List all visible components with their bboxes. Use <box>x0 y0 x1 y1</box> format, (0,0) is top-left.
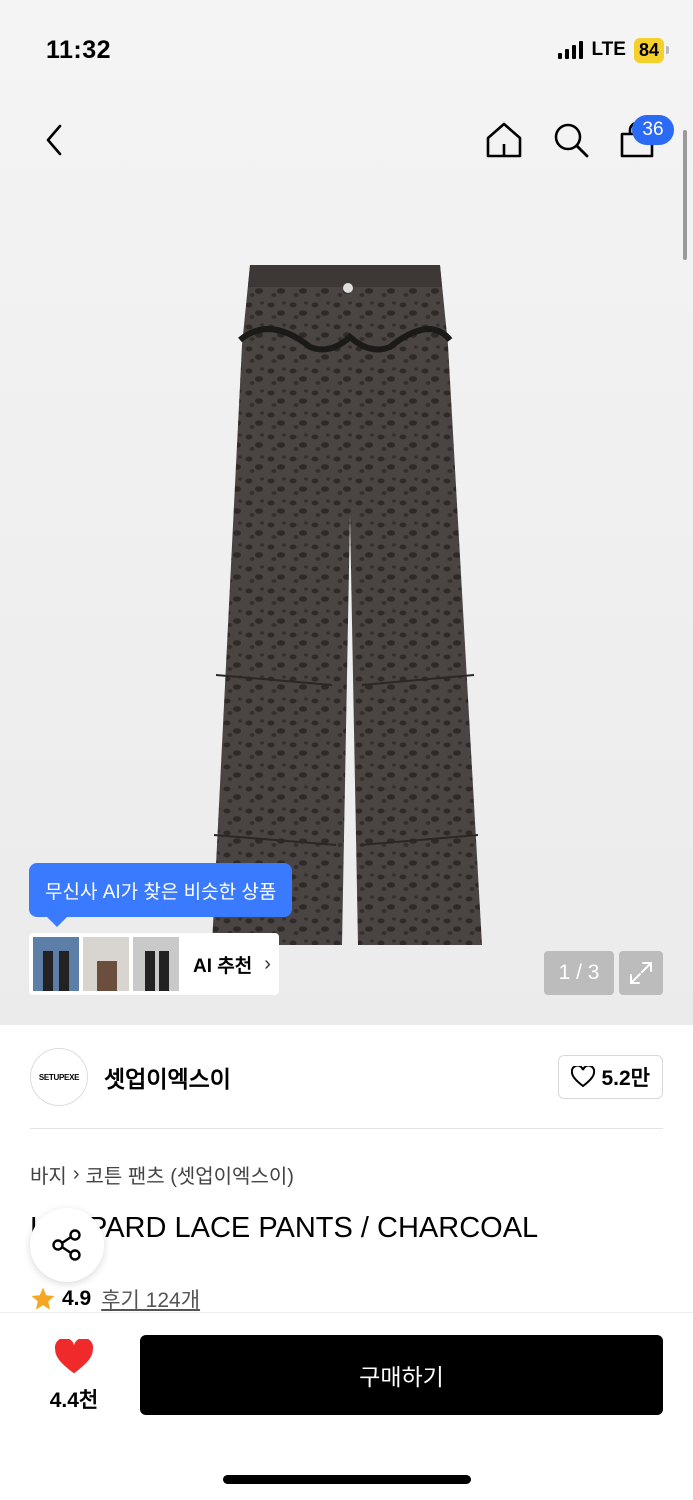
breadcrumb-item[interactable]: 바지 <box>30 1160 67 1189</box>
brand-like-count: 5.2만 <box>601 1067 650 1090</box>
buy-button[interactable]: 구매하기 <box>140 1335 663 1415</box>
product-image <box>212 265 482 945</box>
brand-row: SETUPEXE 셋업이엑스이 5.2만 <box>30 1047 663 1107</box>
recommend-thumbnail[interactable] <box>33 937 79 991</box>
heart-outline-icon <box>571 1066 596 1088</box>
back-icon[interactable] <box>36 120 76 160</box>
image-pager: 1 / 3 <box>544 951 614 995</box>
share-button[interactable] <box>30 1208 104 1282</box>
product-title: LEOPARD LACE PANTS / CHARCOAL <box>30 1212 539 1244</box>
top-nav: 36 <box>0 110 693 170</box>
status-bar: 11:32 LTE 84 <box>0 0 693 100</box>
breadcrumb-item[interactable]: 코튼 팬츠 (셋업이엑스이) <box>85 1160 293 1189</box>
expand-icon[interactable] <box>619 951 663 995</box>
share-icon <box>52 1229 81 1261</box>
scrollbar[interactable] <box>683 130 687 260</box>
chevron-right-icon: › <box>264 952 271 975</box>
product-image-gallery[interactable]: 11:32 LTE 84 36 무신사 AI가 찾은 비슷한 상품 AI 추천 … <box>0 0 693 1025</box>
breadcrumb: 바지 › 코튼 팬츠 (셋업이엑스이) <box>30 1160 294 1189</box>
network-label: LTE <box>591 39 626 60</box>
brand-logo-text: SETUPEXE <box>38 1072 80 1082</box>
ai-similar-tooltip[interactable]: 무신사 AI가 찾은 비슷한 상품 <box>29 863 293 927</box>
wishlist-count: 4.4천 <box>49 1389 99 1412</box>
ai-recommend-label: AI 추천 <box>193 955 253 977</box>
cart-count-badge[interactable]: 36 <box>632 115 674 145</box>
status-time: 11:32 <box>46 35 112 64</box>
rating-score: 4.9 <box>62 1287 92 1310</box>
home-icon[interactable] <box>484 120 524 160</box>
star-icon <box>31 1287 55 1310</box>
signal-icon <box>558 41 584 59</box>
home-indicator[interactable] <box>223 1475 471 1484</box>
battery-level: 84 <box>633 37 664 63</box>
brand-name[interactable]: 셋업이엑스이 <box>104 1060 558 1094</box>
search-icon[interactable] <box>551 120 591 160</box>
bottom-action-bar: 4.4천 구매하기 <box>0 1312 693 1500</box>
rating-row: 4.9 후기 124개 <box>30 1284 200 1314</box>
brand-logo[interactable]: SETUPEXE <box>30 1048 88 1106</box>
divider <box>30 1128 663 1129</box>
heart-filled-icon <box>54 1337 94 1374</box>
chevron-right-icon: › <box>72 1163 80 1185</box>
recommend-thumbnail[interactable] <box>133 937 179 991</box>
status-indicators: LTE 84 <box>558 37 669 63</box>
recommend-thumbnail[interactable] <box>83 937 129 991</box>
battery-icon: 84 <box>633 37 669 63</box>
wishlist-button[interactable]: 4.4천 <box>44 1337 104 1414</box>
review-link[interactable]: 후기 124개 <box>101 1284 200 1314</box>
ai-recommend-strip[interactable]: AI 추천 › <box>29 933 279 995</box>
brand-like-button[interactable]: 5.2만 <box>558 1055 663 1099</box>
